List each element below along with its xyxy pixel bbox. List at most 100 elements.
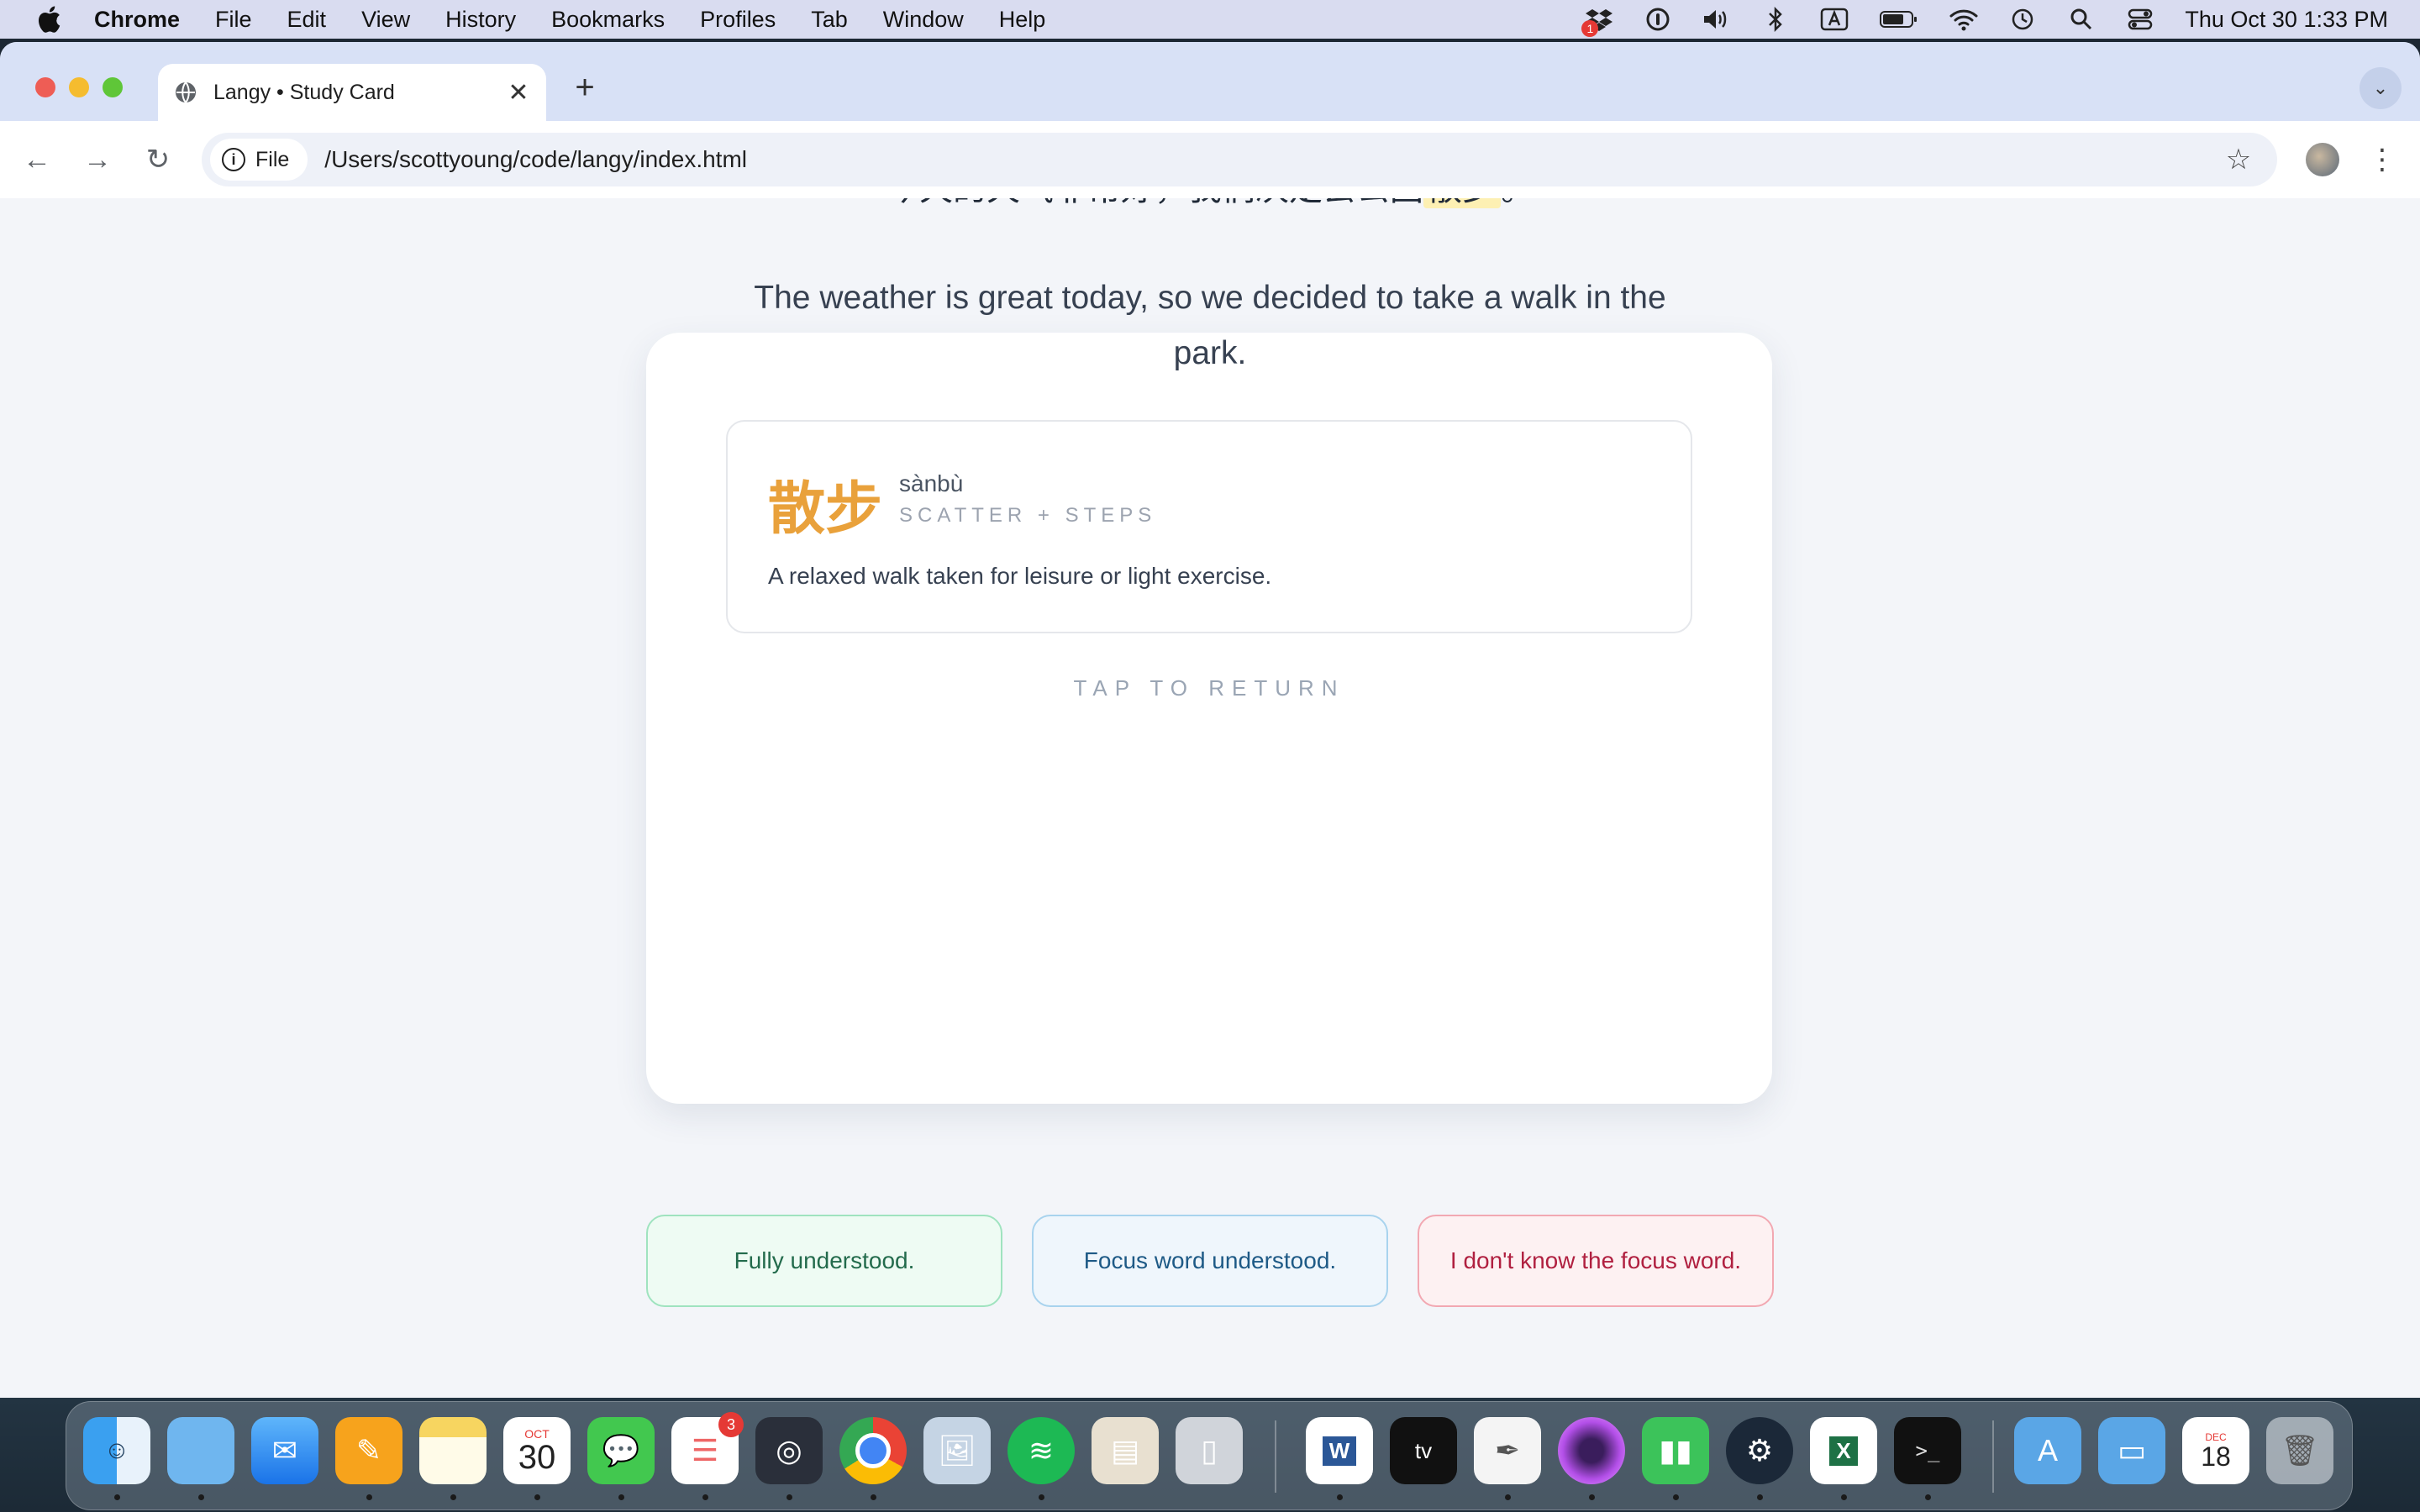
- menu-profiles[interactable]: Profiles: [700, 7, 776, 33]
- menu-view[interactable]: View: [361, 7, 410, 33]
- running-indicator: [450, 1494, 456, 1500]
- terminal-icon[interactable]: >_: [1894, 1417, 1961, 1484]
- sentence-zh-before: 今天的天气非常好，我们决定去公园: [886, 198, 1423, 208]
- running-indicator: [1925, 1494, 1931, 1500]
- running-indicator: [1589, 1494, 1595, 1500]
- site-info-chip[interactable]: i File: [210, 139, 308, 181]
- steam-icon[interactable]: ⚙: [1726, 1417, 1793, 1484]
- dock-separator: [1992, 1420, 1994, 1493]
- control-center-icon[interactable]: [2126, 7, 2154, 32]
- numbers-icon[interactable]: ▮▮: [1642, 1417, 1709, 1484]
- focus-word-understood-button[interactable]: Focus word understood.: [1032, 1215, 1388, 1307]
- menu-edit[interactable]: Edit: [287, 7, 327, 33]
- finder-icon[interactable]: ☺: [83, 1417, 150, 1484]
- browser-toolbar: ← → ↻ i File /Users/scottyoung/code/lang…: [0, 121, 2420, 199]
- documents-folder-icon[interactable]: ▭: [2098, 1417, 2165, 1484]
- profile-avatar[interactable]: [2306, 143, 2339, 176]
- menu-bar: Chrome File Edit View History Bookmarks …: [0, 0, 2420, 39]
- focus-word-hanzi: 散步: [768, 476, 883, 543]
- menu-bookmarks[interactable]: Bookmarks: [551, 7, 665, 33]
- mail-icon[interactable]: ✉: [251, 1417, 318, 1484]
- messages-icon[interactable]: 💬: [587, 1417, 655, 1484]
- trash-icon[interactable]: 🗑: [2266, 1417, 2333, 1484]
- study-card[interactable]: 散步 sànbù SCATTER + STEPS A relaxed walk …: [646, 333, 1772, 1104]
- bluetooth-icon[interactable]: [1761, 7, 1790, 32]
- running-indicator: [366, 1494, 372, 1500]
- notes-icon[interactable]: [419, 1417, 487, 1484]
- spotlight-search-icon[interactable]: [2067, 7, 2096, 32]
- url-text[interactable]: /Users/scottyoung/code/langy/index.html: [324, 146, 747, 173]
- apple-icon[interactable]: [32, 3, 66, 36]
- menu-help[interactable]: Help: [999, 7, 1046, 33]
- dock-separator: [1275, 1420, 1276, 1493]
- onepassword-icon[interactable]: [1644, 7, 1672, 32]
- running-indicator: [1673, 1494, 1679, 1500]
- menubar-clock[interactable]: Thu Oct 30 1:33 PM: [2185, 7, 2388, 33]
- menu-file[interactable]: File: [215, 7, 252, 33]
- new-tab-icon[interactable]: +: [568, 69, 602, 106]
- menu-window[interactable]: Window: [883, 7, 964, 33]
- tab-title: Langy • Study Card: [213, 80, 395, 104]
- reminders-icon[interactable]: ☰ 3: [671, 1412, 744, 1484]
- pages-icon[interactable]: ✎: [335, 1417, 402, 1484]
- focus-word-definition: A relaxed walk taken for leisure or ligh…: [768, 563, 1272, 589]
- tap-to-return-hint[interactable]: TAP TO RETURN: [646, 675, 1772, 701]
- time-machine-icon[interactable]: [2008, 7, 2037, 32]
- calendar-document-icon[interactable]: DEC 18: [2182, 1417, 2249, 1484]
- folder-icon[interactable]: [167, 1417, 234, 1484]
- flower-app-icon[interactable]: [1558, 1417, 1625, 1484]
- applications-folder-icon[interactable]: A: [2014, 1417, 2081, 1484]
- sentence-chinese: 今天的天气非常好，我们决定去公园散步。: [0, 198, 2420, 210]
- minimize-window-button[interactable]: [69, 77, 89, 97]
- input-source-icon[interactable]: [1820, 7, 1849, 32]
- running-indicator: [871, 1494, 876, 1500]
- running-indicator: [198, 1494, 204, 1500]
- sentence-english: The weather is great today, so we decide…: [754, 280, 1666, 371]
- running-indicator: [1039, 1494, 1044, 1500]
- battery-icon[interactable]: [1879, 7, 1919, 32]
- apple-tv-icon[interactable]: tv: [1390, 1417, 1457, 1484]
- running-indicator: [702, 1494, 708, 1500]
- zoom-window-button[interactable]: [103, 77, 123, 97]
- textedit-icon[interactable]: ✒: [1474, 1417, 1541, 1484]
- running-indicator: [1505, 1494, 1511, 1500]
- calendar-day: 30: [518, 1439, 556, 1476]
- more-menu-icon[interactable]: ⋮: [2368, 141, 2396, 178]
- calendar-icon[interactable]: OCT 30: [503, 1417, 571, 1484]
- reload-icon[interactable]: ↻: [141, 143, 175, 176]
- dropbox-icon[interactable]: 1: [1581, 7, 1613, 37]
- fully-understood-button[interactable]: Fully understood.: [646, 1215, 1002, 1307]
- running-indicator: [786, 1494, 792, 1500]
- excel-icon[interactable]: X: [1810, 1417, 1877, 1484]
- forward-arrow-icon[interactable]: →: [81, 143, 114, 176]
- bookmark-star-icon[interactable]: ☆: [2223, 144, 2254, 176]
- close-window-button[interactable]: [35, 77, 55, 97]
- chrome-icon[interactable]: [839, 1417, 907, 1484]
- iphone-mirroring-icon[interactable]: ▯: [1176, 1417, 1243, 1484]
- site-info-label: File: [255, 147, 290, 171]
- focus-word-box: 散步 sànbù SCATTER + STEPS A relaxed walk …: [726, 420, 1692, 633]
- dont-know-focus-word-button[interactable]: I don't know the focus word.: [1418, 1215, 1774, 1307]
- menu-history[interactable]: History: [445, 7, 516, 33]
- volume-icon[interactable]: [1702, 7, 1731, 32]
- tab-active[interactable]: Langy • Study Card ✕: [158, 64, 546, 121]
- word-icon[interactable]: W: [1306, 1417, 1373, 1484]
- menu-tab[interactable]: Tab: [811, 7, 848, 33]
- archive-utility-icon[interactable]: ▤: [1092, 1417, 1159, 1484]
- page-viewport: 散步 sànbù SCATTER + STEPS A relaxed walk …: [0, 198, 2420, 1398]
- doc-day: 18: [2201, 1441, 2231, 1472]
- close-tab-icon[interactable]: ✕: [506, 79, 531, 107]
- spotify-icon[interactable]: ≋: [1007, 1417, 1075, 1484]
- address-bar[interactable]: i File /Users/scottyoung/code/langy/inde…: [202, 133, 2277, 186]
- running-indicator: [534, 1494, 540, 1500]
- back-arrow-icon[interactable]: ←: [20, 143, 54, 176]
- info-icon: i: [222, 148, 245, 171]
- running-indicator: [1757, 1494, 1763, 1500]
- quicktime-icon[interactable]: ◎: [755, 1417, 823, 1484]
- preview-icon[interactable]: 🖼: [923, 1417, 991, 1484]
- menu-app-name[interactable]: Chrome: [94, 7, 180, 33]
- tab-strip: Langy • Study Card ✕ + ⌄: [0, 42, 2420, 121]
- tab-search-chevron-icon[interactable]: ⌄: [2360, 67, 2402, 109]
- browser-window: Langy • Study Card ✕ + ⌄ ← → ↻ i File /U…: [0, 42, 2420, 1398]
- wifi-icon[interactable]: [1949, 7, 1978, 32]
